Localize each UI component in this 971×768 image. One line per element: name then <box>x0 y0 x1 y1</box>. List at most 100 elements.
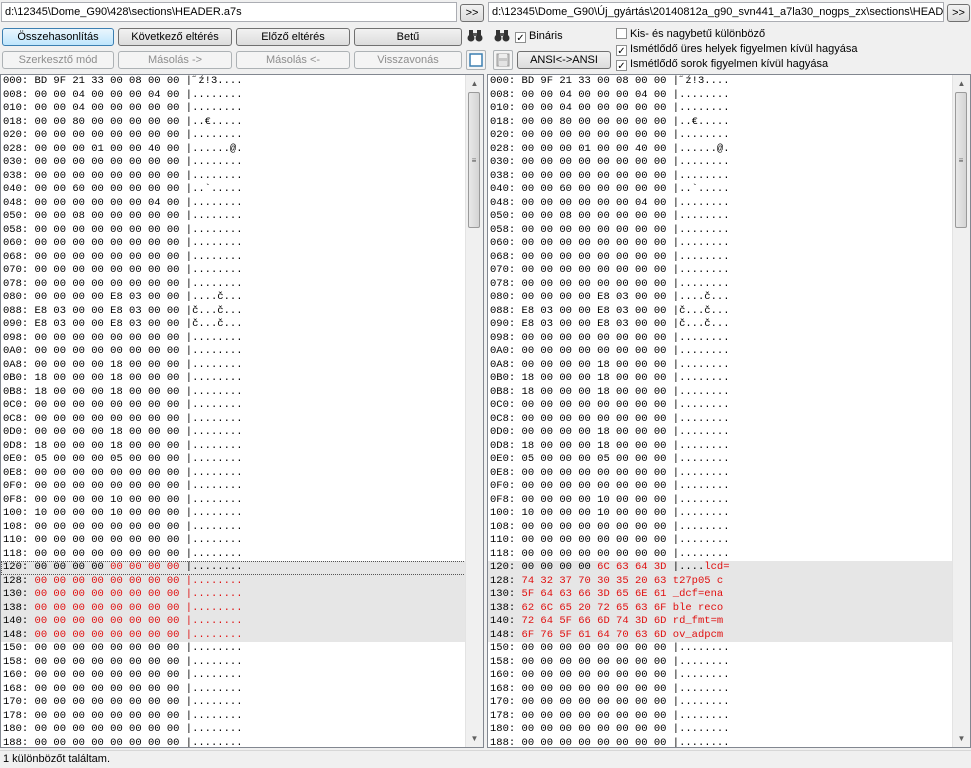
hex-row[interactable]: 078: 00 00 00 00 00 00 00 00 |........ <box>1 278 466 292</box>
hex-row[interactable]: 178: 00 00 00 00 00 00 00 00 |........ <box>1 710 466 724</box>
hex-row[interactable]: 148: 6F 76 5F 61 64 70 63 6D ov_adpcm <box>488 628 953 642</box>
hex-row[interactable]: 050: 00 00 08 00 00 00 00 00 |........ <box>488 210 953 224</box>
hex-row[interactable]: 048: 00 00 00 00 00 00 04 00 |........ <box>1 197 466 211</box>
scroll-thumb[interactable]: ≡ <box>468 92 480 228</box>
scroll-up-icon[interactable]: ▲ <box>953 75 970 92</box>
left-binoculars-icon[interactable] <box>466 27 486 47</box>
hex-row[interactable]: 0E0: 05 00 00 00 05 00 00 00 |........ <box>1 453 466 467</box>
scroll-up-icon[interactable]: ▲ <box>466 75 483 92</box>
hex-row[interactable]: 0E8: 00 00 00 00 00 00 00 00 |........ <box>488 467 953 481</box>
hex-row[interactable]: 120: 00 00 00 00 6C 63 64 3D |....lcd= <box>488 561 953 575</box>
hex-row[interactable]: 058: 00 00 00 00 00 00 00 00 |........ <box>1 224 466 238</box>
left-hex-pane[interactable]: 000: BD 9F 21 33 00 08 00 00 |˝ź!3.... 00… <box>0 74 484 748</box>
right-browse-button[interactable]: >> <box>947 4 970 22</box>
hex-row[interactable]: 000: BD 9F 21 33 00 08 00 00 |˝ź!3.... <box>488 75 953 89</box>
hex-row[interactable]: 088: E8 03 00 00 E8 03 00 00 |č...č... <box>488 305 953 319</box>
hex-row[interactable]: 0A8: 00 00 00 00 18 00 00 00 |........ <box>1 359 466 373</box>
hex-row[interactable]: 020: 00 00 00 00 00 00 00 00 |........ <box>1 129 466 143</box>
hex-row[interactable]: 090: E8 03 00 00 E8 03 00 00 |č...č... <box>488 318 953 332</box>
hex-row[interactable]: 040: 00 00 60 00 00 00 00 00 |..`..... <box>488 183 953 197</box>
hex-row[interactable]: 0C8: 00 00 00 00 00 00 00 00 |........ <box>1 413 466 427</box>
hex-row[interactable]: 108: 00 00 00 00 00 00 00 00 |........ <box>1 521 466 535</box>
hex-row[interactable]: 188: 00 00 00 00 00 00 00 00 |........ <box>1 737 466 748</box>
hex-row[interactable]: 128: 74 32 37 70 30 35 20 63 t27p05 c <box>488 574 953 588</box>
left-file-path-input[interactable]: d:\12345\Dome_G90\428\sections\HEADER.a7… <box>1 2 457 22</box>
hex-row[interactable]: 098: 00 00 00 00 00 00 00 00 |........ <box>488 332 953 346</box>
hex-row[interactable]: 070: 00 00 00 00 00 00 00 00 |........ <box>488 264 953 278</box>
compare-button[interactable]: Összehasonlítás <box>2 28 114 46</box>
hex-row[interactable]: 040: 00 00 60 00 00 00 00 00 |..`..... <box>1 183 466 197</box>
hex-row[interactable]: 018: 00 00 80 00 00 00 00 00 |..€..... <box>488 116 953 130</box>
previous-difference-button[interactable]: Előző eltérés <box>236 28 350 46</box>
hex-row[interactable]: 118: 00 00 00 00 00 00 00 00 |........ <box>1 548 466 562</box>
hex-row[interactable]: 008: 00 00 04 00 00 00 04 00 |........ <box>1 89 466 103</box>
hex-row[interactable]: 020: 00 00 00 00 00 00 00 00 |........ <box>488 129 953 143</box>
binary-checkbox[interactable]: ✓ Bináris <box>515 30 563 44</box>
hex-row[interactable]: 170: 00 00 00 00 00 00 00 00 |........ <box>1 696 466 710</box>
right-vertical-scrollbar[interactable]: ▲ ≡ ▼ <box>952 75 970 747</box>
right-hex-pane[interactable]: 000: BD 9F 21 33 00 08 00 00 |˝ź!3.... 00… <box>487 74 971 748</box>
hex-row[interactable]: 088: E8 03 00 00 E8 03 00 00 |č...č... <box>1 305 466 319</box>
hex-row[interactable]: 0A0: 00 00 00 00 00 00 00 00 |........ <box>488 345 953 359</box>
hex-row[interactable]: 140: 72 64 5F 66 6D 74 3D 6D rd_fmt=m <box>488 615 953 629</box>
hex-row[interactable]: 038: 00 00 00 00 00 00 00 00 |........ <box>488 170 953 184</box>
hex-row[interactable]: 0E0: 05 00 00 00 05 00 00 00 |........ <box>488 453 953 467</box>
hex-row[interactable]: 080: 00 00 00 00 E8 03 00 00 |....č... <box>1 291 466 305</box>
hex-row[interactable]: 138: 62 6C 65 20 72 65 63 6F ble reco <box>488 601 953 615</box>
hex-row[interactable]: 160: 00 00 00 00 00 00 00 00 |........ <box>488 669 953 683</box>
hex-row[interactable]: 0B0: 18 00 00 00 18 00 00 00 |........ <box>1 372 466 386</box>
hex-row[interactable]: 0D0: 00 00 00 00 18 00 00 00 |........ <box>488 426 953 440</box>
hex-row[interactable]: 158: 00 00 00 00 00 00 00 00 |........ <box>488 656 953 670</box>
hex-row[interactable]: 068: 00 00 00 00 00 00 00 00 |........ <box>1 251 466 265</box>
hex-row[interactable]: 110: 00 00 00 00 00 00 00 00 |........ <box>1 534 466 548</box>
next-difference-button[interactable]: Következő eltérés <box>118 28 232 46</box>
hex-row[interactable]: 168: 00 00 00 00 00 00 00 00 |........ <box>1 683 466 697</box>
hex-row[interactable]: 0F0: 00 00 00 00 00 00 00 00 |........ <box>1 480 466 494</box>
scroll-down-icon[interactable]: ▼ <box>953 730 970 747</box>
hex-row[interactable]: 0D0: 00 00 00 00 18 00 00 00 |........ <box>1 426 466 440</box>
hex-row[interactable]: 0B0: 18 00 00 00 18 00 00 00 |........ <box>488 372 953 386</box>
hex-row[interactable]: 098: 00 00 00 00 00 00 00 00 |........ <box>1 332 466 346</box>
hex-row[interactable]: 060: 00 00 00 00 00 00 00 00 |........ <box>488 237 953 251</box>
hex-row[interactable]: 0B8: 18 00 00 00 18 00 00 00 |........ <box>1 386 466 400</box>
hex-row[interactable]: 060: 00 00 00 00 00 00 00 00 |........ <box>1 237 466 251</box>
hex-row[interactable]: 000: BD 9F 21 33 00 08 00 00 |˝ź!3.... <box>1 75 466 89</box>
undo-button[interactable]: Visszavonás <box>354 51 462 69</box>
hex-row[interactable]: 100: 10 00 00 00 10 00 00 00 |........ <box>488 507 953 521</box>
ansi-button[interactable]: ANSI<->ANSI <box>517 51 611 69</box>
hex-row[interactable]: 010: 00 00 04 00 00 00 00 00 |........ <box>1 102 466 116</box>
ignore-lines-checkbox[interactable]: ✓ Ismétlődő sorok figyelmen kívül hagyása <box>616 58 828 72</box>
scroll-down-icon[interactable]: ▼ <box>466 730 483 747</box>
hex-row[interactable]: 090: E8 03 00 00 E8 03 00 00 |č...č... <box>1 318 466 332</box>
hex-row[interactable]: 050: 00 00 08 00 00 00 00 00 |........ <box>1 210 466 224</box>
case-sensitive-checkbox[interactable]: Kis- és nagybetű különböző <box>616 28 765 41</box>
hex-row[interactable]: 0F8: 00 00 00 00 10 00 00 00 |........ <box>488 494 953 508</box>
hex-row[interactable]: 0E8: 00 00 00 00 00 00 00 00 |........ <box>1 467 466 481</box>
left-vertical-scrollbar[interactable]: ▲ ≡ ▼ <box>465 75 483 747</box>
left-browse-button[interactable]: >> <box>460 4 484 22</box>
hex-row[interactable]: 030: 00 00 00 00 00 00 00 00 |........ <box>1 156 466 170</box>
hex-row[interactable]: 170: 00 00 00 00 00 00 00 00 |........ <box>488 696 953 710</box>
hex-row[interactable]: 048: 00 00 00 00 00 00 04 00 |........ <box>488 197 953 211</box>
hex-row[interactable]: 010: 00 00 04 00 00 00 00 00 |........ <box>488 102 953 116</box>
hex-row[interactable]: 058: 00 00 00 00 00 00 00 00 |........ <box>488 224 953 238</box>
hex-row[interactable]: 140: 00 00 00 00 00 00 00 00 |........ <box>1 615 466 629</box>
hex-row[interactable]: 030: 00 00 00 00 00 00 00 00 |........ <box>488 156 953 170</box>
hex-row[interactable]: 0C8: 00 00 00 00 00 00 00 00 |........ <box>488 413 953 427</box>
hex-row[interactable]: 160: 00 00 00 00 00 00 00 00 |........ <box>1 669 466 683</box>
hex-row[interactable]: 078: 00 00 00 00 00 00 00 00 |........ <box>488 278 953 292</box>
hex-row[interactable]: 028: 00 00 00 01 00 00 40 00 |......@. <box>488 143 953 157</box>
right-file-path-input[interactable]: d:\12345\Dome_G90\Új_gyártás\20140812a_g… <box>488 2 944 22</box>
hex-row[interactable]: 178: 00 00 00 00 00 00 00 00 |........ <box>488 710 953 724</box>
hex-row[interactable]: 018: 00 00 80 00 00 00 00 00 |..€..... <box>1 116 466 130</box>
hex-row[interactable]: 148: 00 00 00 00 00 00 00 00 |........ <box>1 628 466 642</box>
right-binoculars-icon[interactable] <box>493 27 513 47</box>
font-button[interactable]: Betű <box>354 28 462 46</box>
hex-row[interactable]: 128: 00 00 00 00 00 00 00 00 |........ <box>1 574 466 588</box>
hex-row[interactable]: 100: 10 00 00 00 10 00 00 00 |........ <box>1 507 466 521</box>
hex-row[interactable]: 0C0: 00 00 00 00 00 00 00 00 |........ <box>488 399 953 413</box>
hex-row[interactable]: 138: 00 00 00 00 00 00 00 00 |........ <box>1 601 466 615</box>
hex-row[interactable]: 150: 00 00 00 00 00 00 00 00 |........ <box>1 642 466 656</box>
hex-row[interactable]: 070: 00 00 00 00 00 00 00 00 |........ <box>1 264 466 278</box>
hex-row[interactable]: 0D8: 18 00 00 00 18 00 00 00 |........ <box>488 440 953 454</box>
